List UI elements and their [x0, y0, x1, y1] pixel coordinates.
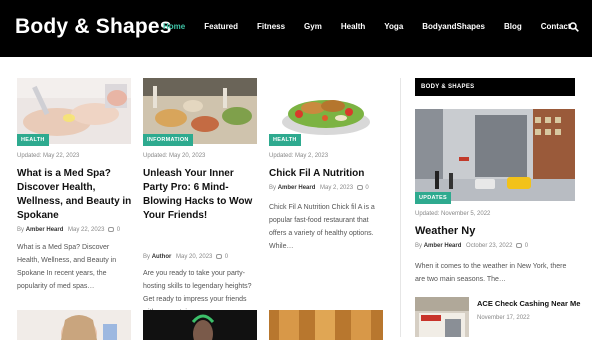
by-label: By	[415, 243, 423, 250]
sidebar-feature-image[interactable]	[415, 109, 575, 201]
sidebar-small-thumb[interactable]	[415, 297, 469, 337]
post-meta: By Amber Heard October 23, 2022 0	[415, 243, 528, 249]
post-date: May 2, 2023	[320, 185, 354, 192]
comment-icon	[356, 185, 363, 190]
category-badge[interactable]: HEALTH	[269, 134, 301, 146]
sidebar-small-date: November 17, 2022	[477, 315, 530, 321]
comment-icon	[108, 227, 115, 232]
nav-bodyandshapes[interactable]: BodyandShapes	[422, 22, 485, 31]
nav-health[interactable]: Health	[341, 22, 365, 31]
nav-fitness[interactable]: Fitness	[257, 22, 285, 31]
category-badge[interactable]: INFORMATION	[143, 134, 193, 146]
sidebar-feature-title[interactable]: Weather Ny	[415, 225, 475, 237]
nav-gym[interactable]: Gym	[304, 22, 322, 31]
post-excerpt: Chick Fil A Nutrition Chick fil A is a p…	[269, 204, 375, 250]
sidebar-feature-excerpt: When it comes to the weather in New York…	[415, 263, 567, 283]
author-link[interactable]: Amber Heard	[278, 185, 316, 191]
post-date: May 22, 2023	[68, 227, 105, 234]
nav-yoga[interactable]: Yoga	[384, 22, 403, 31]
post-date: May 20, 2023	[176, 254, 213, 261]
post-image-preview[interactable]	[269, 310, 383, 340]
post-excerpt: What is a Med Spa? Discover Health, Well…	[17, 244, 117, 290]
comment-icon	[216, 254, 223, 259]
updated-date: Updated: May 20, 2023	[143, 153, 206, 159]
nav-blog[interactable]: Blog	[504, 22, 522, 31]
comment-count[interactable]: 0	[117, 227, 120, 233]
post-date: October 23, 2022	[466, 243, 513, 250]
author-link[interactable]: Author	[152, 254, 172, 260]
post-image-preview[interactable]	[143, 310, 257, 345]
nav-contact[interactable]: Contact	[541, 22, 571, 31]
updated-date: Updated: May 22, 2023	[17, 153, 80, 159]
post-meta: By Author May 20, 2023 0	[143, 254, 228, 260]
post-meta: By Amber Heard May 2, 2023 0	[269, 185, 369, 191]
sidebar-small-title[interactable]: ACE Check Cashing Near Me	[477, 299, 580, 308]
comment-count[interactable]: 0	[225, 254, 228, 260]
by-label: By	[143, 254, 151, 261]
main-nav: Home Featured Fitness Gym Health Yoga Bo…	[163, 22, 590, 31]
post-meta: By Amber Heard May 22, 2023 0	[17, 227, 120, 233]
updated-date: Updated: May 2, 2023	[269, 153, 329, 159]
updated-date: Updated: November 5, 2022	[415, 211, 491, 217]
category-badge[interactable]: UPDATES	[415, 192, 451, 204]
author-link[interactable]: Amber Heard	[424, 243, 462, 249]
site-logo[interactable]: Body & Shapes	[15, 15, 172, 39]
comment-count[interactable]: 0	[525, 243, 528, 249]
post-title[interactable]: Chick Fil A Nutrition	[269, 167, 387, 181]
nav-featured[interactable]: Featured	[204, 22, 238, 31]
search-icon[interactable]	[569, 22, 579, 32]
site-header: Body & Shapes Home Featured Fitness Gym …	[0, 0, 592, 57]
author-link[interactable]: Amber Heard	[26, 227, 64, 233]
comment-count[interactable]: 0	[365, 185, 368, 191]
category-badge[interactable]: HEALTH	[17, 134, 49, 146]
column-divider	[400, 78, 401, 337]
post-title[interactable]: Unleash Your Inner Party Pro: 6 Mind-Blo…	[143, 167, 261, 223]
comment-icon	[516, 243, 523, 248]
by-label: By	[269, 185, 277, 192]
post-image-preview[interactable]	[17, 310, 131, 345]
post-title[interactable]: What is a Med Spa? Discover Health, Well…	[17, 167, 135, 223]
nav-home[interactable]: Home	[163, 22, 185, 31]
by-label: By	[17, 227, 25, 234]
sidebar-heading: BODY & SHAPES	[415, 78, 575, 96]
